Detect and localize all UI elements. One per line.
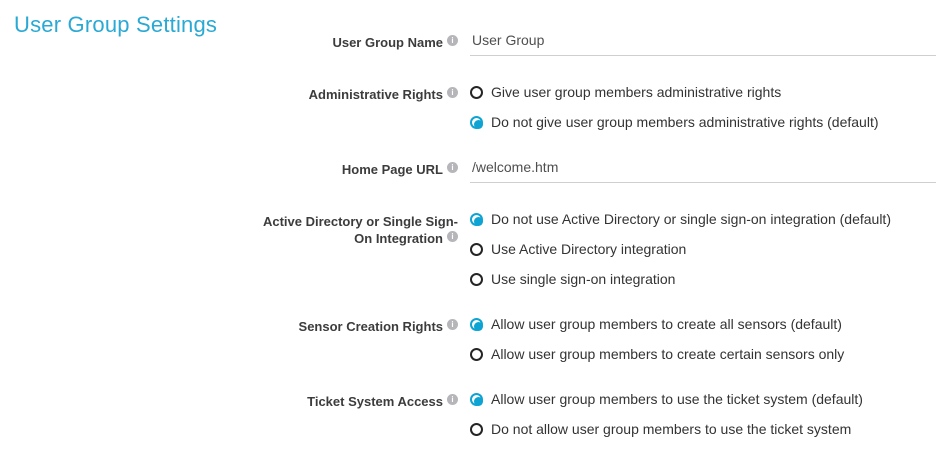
radio-option-create-all-sensors[interactable]: Allow user group members to create all s… — [470, 316, 936, 333]
field-label: Home Page URLi — [342, 161, 458, 178]
radio-option-label: Use single sign-on integration — [491, 271, 675, 288]
field-row-administrative-rights: Administrative Rightsi Give user group m… — [0, 84, 936, 131]
radio-option-label: Allow user group members to create certa… — [491, 346, 844, 363]
user-group-name-input[interactable] — [470, 32, 936, 56]
user-group-settings-form: User Group Namei Administrative Rightsi … — [0, 0, 936, 438]
info-icon[interactable]: i — [447, 319, 458, 330]
field-row-home-page-url: Home Page URLi — [0, 159, 936, 183]
radio-option-use-sso[interactable]: Use single sign-on integration — [470, 271, 936, 288]
radio-option-label: Do not give user group members administr… — [491, 114, 879, 131]
radio-option-no-ad-sso[interactable]: Do not use Active Directory or single si… — [470, 211, 936, 228]
field-label: User Group Namei — [332, 34, 458, 51]
radio-button-icon[interactable] — [470, 116, 483, 129]
radio-button-icon[interactable] — [470, 273, 483, 286]
radio-option-label: Use Active Directory integration — [491, 241, 686, 258]
info-icon[interactable]: i — [447, 162, 458, 173]
info-icon[interactable]: i — [447, 35, 458, 46]
radio-option-label: Allow user group members to create all s… — [491, 316, 842, 333]
page-title: User Group Settings — [14, 12, 217, 38]
radio-option-use-ad[interactable]: Use Active Directory integration — [470, 241, 936, 258]
field-row-sensor-creation-rights: Sensor Creation Rightsi Allow user group… — [0, 316, 936, 363]
info-icon[interactable]: i — [447, 231, 458, 242]
radio-button-icon[interactable] — [470, 318, 483, 331]
radio-option-label: Do not allow user group members to use t… — [491, 421, 851, 438]
radio-option-create-certain-sensors[interactable]: Allow user group members to create certa… — [470, 346, 936, 363]
field-label: Ticket System Accessi — [307, 393, 458, 410]
info-icon[interactable]: i — [447, 87, 458, 98]
radio-button-icon[interactable] — [470, 86, 483, 99]
field-row-ad-sso-integration: Active Directory or Single Sign-On Integ… — [0, 211, 936, 288]
radio-option-give-admin-rights[interactable]: Give user group members administrative r… — [470, 84, 936, 101]
field-row-ticket-system-access: Ticket System Accessi Allow user group m… — [0, 391, 936, 438]
radio-button-icon[interactable] — [470, 243, 483, 256]
radio-button-icon[interactable] — [470, 348, 483, 361]
radio-option-deny-ticket-system[interactable]: Do not allow user group members to use t… — [470, 421, 936, 438]
radio-button-icon[interactable] — [470, 213, 483, 226]
radio-option-label: Do not use Active Directory or single si… — [491, 211, 891, 228]
radio-button-icon[interactable] — [470, 393, 483, 406]
field-label: Administrative Rightsi — [309, 86, 458, 103]
radio-button-icon[interactable] — [470, 423, 483, 436]
field-label: Sensor Creation Rightsi — [299, 318, 458, 335]
home-page-url-input[interactable] — [470, 159, 936, 183]
radio-option-no-admin-rights[interactable]: Do not give user group members administr… — [470, 114, 936, 131]
radio-option-label: Give user group members administrative r… — [491, 84, 781, 101]
info-icon[interactable]: i — [447, 394, 458, 405]
radio-option-allow-ticket-system[interactable]: Allow user group members to use the tick… — [470, 391, 936, 408]
field-label: Active Directory or Single Sign-On Integ… — [253, 213, 458, 247]
radio-option-label: Allow user group members to use the tick… — [491, 391, 863, 408]
